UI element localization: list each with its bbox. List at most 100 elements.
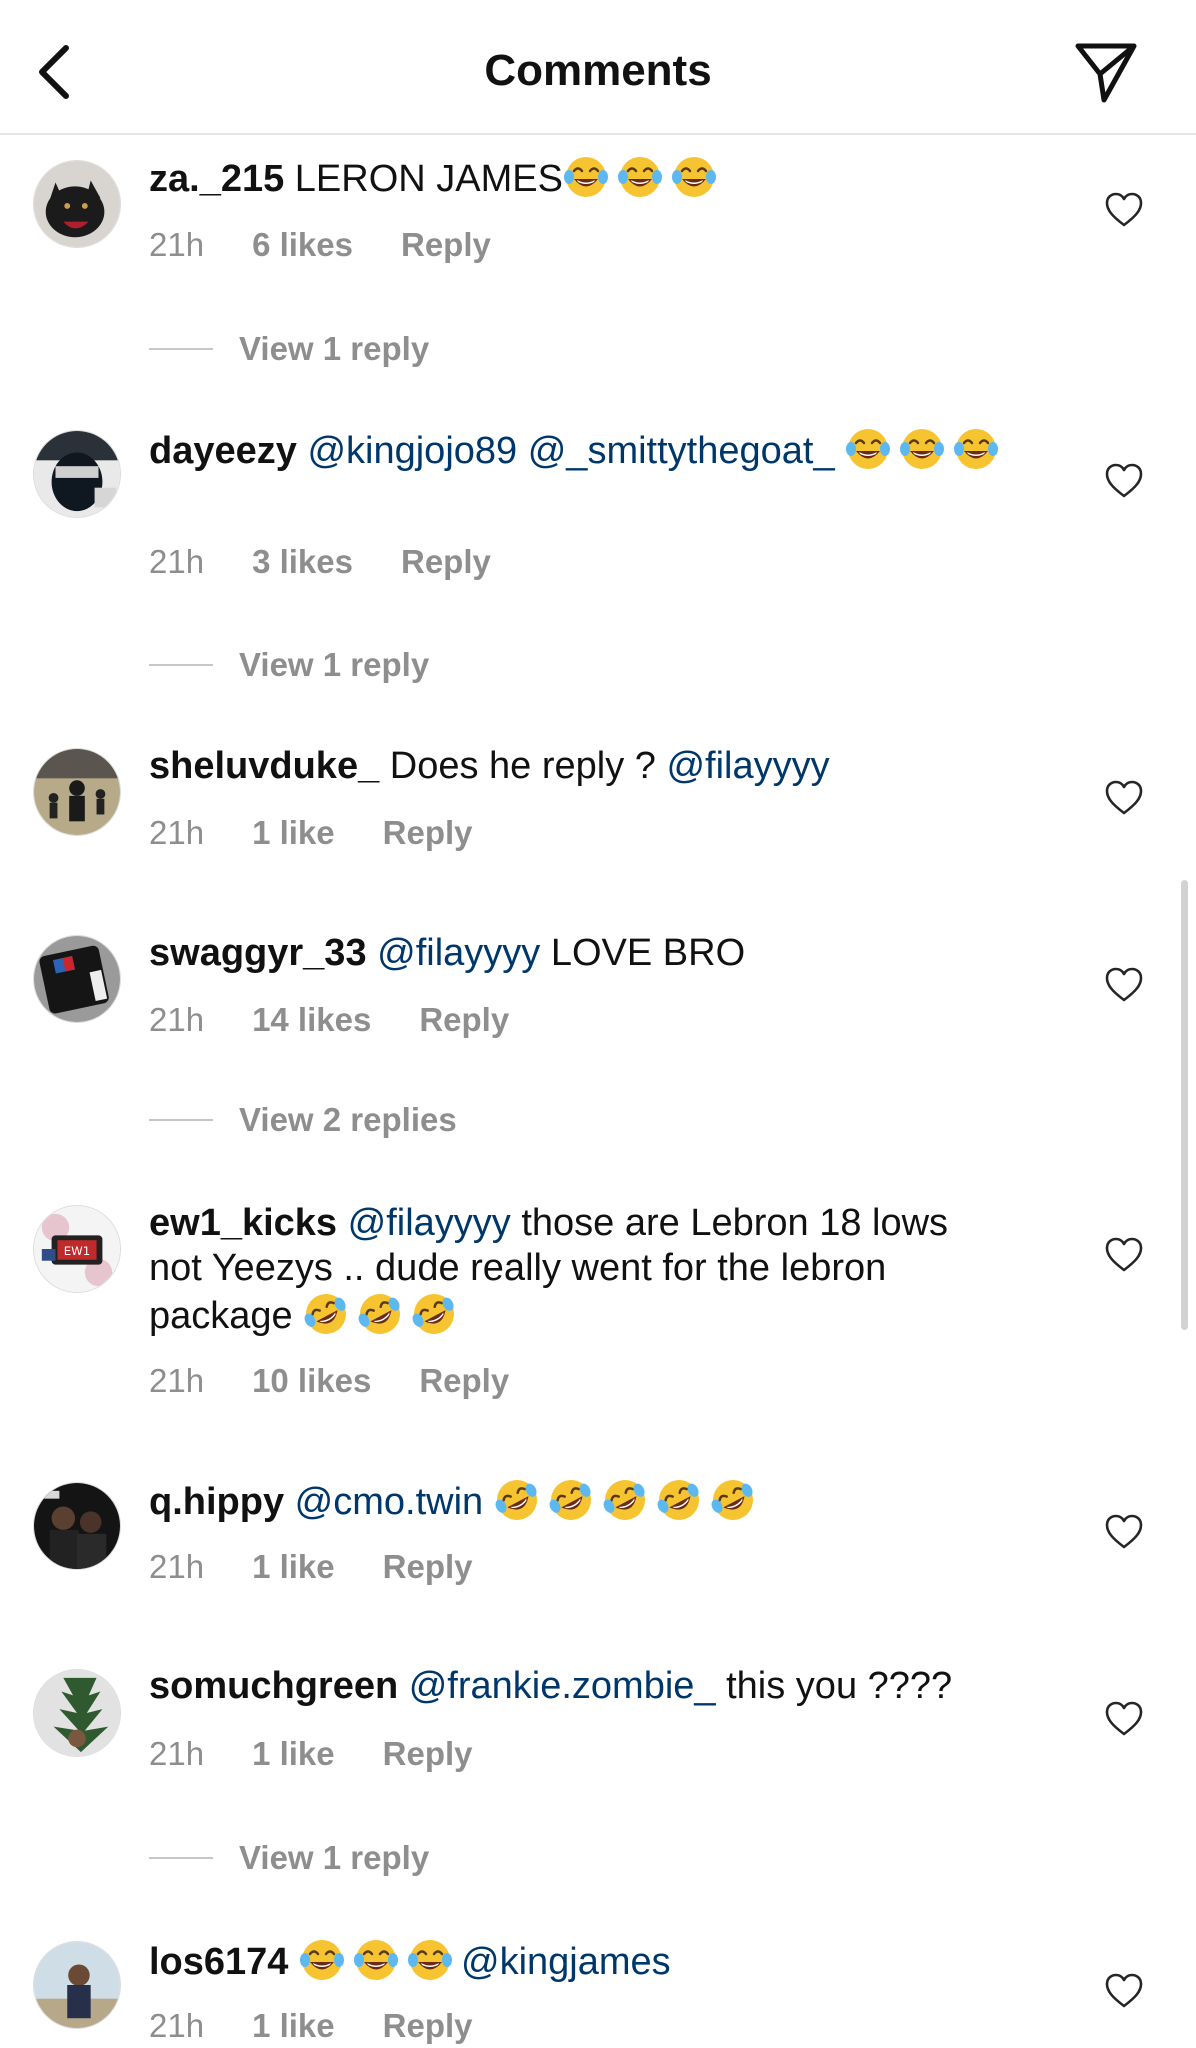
reply-button[interactable]: Reply [383,1548,473,1586]
tears-of-joy-emoji-icon [353,1937,399,1983]
comment-meta: 21h 14 likes Reply [149,1001,509,1039]
likes-count[interactable]: 1 like [252,814,335,852]
username-link[interactable]: sheluvduke_ [149,745,379,787]
share-button[interactable] [1074,40,1138,104]
likes-count[interactable]: 6 likes [252,226,353,264]
heart-icon[interactable] [1104,1972,1144,2010]
reply-button[interactable]: Reply [383,814,473,852]
likes-count[interactable]: 3 likes [252,543,353,581]
timestamp: 21h [149,1001,205,1038]
comment-body: this you ???? [715,1665,953,1707]
comment-body [288,1941,299,1983]
mention-link[interactable]: @cmo.twin [295,1481,484,1523]
heart-icon[interactable] [1104,462,1144,500]
timestamp: 21h [149,2007,205,2044]
comment-text: q.hippy @cmo.twin [149,1477,1009,1525]
mention-link[interactable]: @kingjojo89 [307,430,517,472]
mention-link[interactable]: @filayyyy [377,932,540,974]
comment-body [835,430,846,472]
heart-icon[interactable] [1104,1236,1144,1274]
reply-divider-line [149,1119,213,1121]
rolling-laughing-emoji-icon [602,1477,648,1523]
comment-meta: 21h 10 likes Reply [149,1362,509,1400]
likes-count[interactable]: 1 like [252,2007,335,2045]
username-link[interactable]: somuchgreen [149,1665,398,1707]
rolling-laughing-emoji-icon [656,1477,702,1523]
rolling-laughing-emoji-icon [548,1477,594,1523]
comment-body [297,430,308,472]
avatar[interactable] [33,1669,121,1757]
comment-body: LERON JAMES [284,158,563,200]
heart-icon[interactable] [1104,191,1144,229]
tears-of-joy-emoji-icon [845,426,891,472]
comment-text: ew1_kicks @filayyyy those are Lebron 18 … [149,1201,1009,1339]
likes-count[interactable]: 1 like [252,1548,335,1586]
tears-of-joy-emoji-icon [953,426,999,472]
view-replies-button[interactable]: View 2 replies [149,1101,457,1139]
timestamp: 21h [149,543,205,580]
avatar[interactable] [33,935,121,1023]
username-link[interactable]: za._215 [149,158,284,200]
username-link[interactable]: dayeezy [149,430,297,472]
avatar[interactable]: EW1 [33,1205,121,1293]
tears-of-joy-emoji-icon [299,1937,345,1983]
reply-button[interactable]: Reply [383,2007,473,2045]
reply-divider-line [149,664,213,666]
timestamp: 21h [149,1548,205,1585]
heart-icon[interactable] [1104,779,1144,817]
reply-button[interactable]: Reply [383,1735,473,1773]
rolling-laughing-emoji-icon [411,1291,457,1337]
username-link[interactable]: q.hippy [149,1481,284,1523]
comment-text: sheluvduke_ Does he reply ? @filayyyy [149,744,1009,789]
username-link[interactable]: los6174 [149,1941,288,1983]
avatar[interactable] [33,430,121,518]
timestamp: 21h [149,1735,205,1772]
view-replies-label: View 2 replies [239,1101,457,1138]
likes-count[interactable]: 10 likes [252,1362,371,1400]
heart-icon[interactable] [1104,1700,1144,1738]
avatar[interactable] [33,160,121,248]
mention-link[interactable]: @frankie.zombie_ [409,1665,716,1707]
rolling-laughing-emoji-icon [303,1291,349,1337]
view-replies-button[interactable]: View 1 reply [149,646,429,684]
reply-button[interactable]: Reply [419,1362,509,1400]
view-replies-button[interactable]: View 1 reply [149,1839,429,1877]
avatar[interactable] [33,748,121,836]
scrollbar[interactable] [1181,880,1188,1330]
reply-divider-line [149,348,213,350]
reply-button[interactable]: Reply [401,226,491,264]
comment-text: somuchgreen @frankie.zombie_ this you ??… [149,1664,1009,1709]
username-link[interactable]: ew1_kicks [149,1202,337,1244]
likes-count[interactable]: 14 likes [252,1001,371,1039]
mention-link[interactable]: @kingjames [461,1941,671,1983]
username-link[interactable]: swaggyr_33 [149,932,367,974]
tears-of-joy-emoji-icon [671,154,717,200]
tears-of-joy-emoji-icon [617,154,663,200]
comment-text: za._215 LERON JAMES [149,154,1009,202]
heart-icon[interactable] [1104,966,1144,1004]
rolling-laughing-emoji-icon [357,1291,403,1337]
comment-meta: 21h 1 like Reply [149,814,473,852]
view-replies-label: View 1 reply [239,646,430,683]
comment-meta: 21h 6 likes Reply [149,226,491,264]
tears-of-joy-emoji-icon [563,154,609,200]
view-replies-label: View 1 reply [239,1839,430,1876]
likes-count[interactable]: 1 like [252,1735,335,1773]
header-bar: Comments [0,0,1196,135]
comment-meta: 21h 1 like Reply [149,2007,473,2045]
reply-button[interactable]: Reply [419,1001,509,1039]
rolling-laughing-emoji-icon [710,1477,756,1523]
avatar[interactable] [33,1941,121,2029]
comment-meta: 21h 1 like Reply [149,1548,473,1586]
avatar[interactable] [33,1482,121,1570]
comment-text: swaggyr_33 @filayyyy LOVE BRO [149,931,1009,976]
page-title: Comments [484,46,712,95]
mention-link[interactable]: @_smittythegoat_ [528,430,835,472]
mention-link[interactable]: @filayyyy [348,1202,511,1244]
comment-body [398,1665,409,1707]
view-replies-button[interactable]: View 1 reply [149,330,429,368]
reply-button[interactable]: Reply [401,543,491,581]
mention-link[interactable]: @filayyyy [666,745,829,787]
heart-icon[interactable] [1104,1513,1144,1551]
svg-text:EW1: EW1 [64,1244,90,1258]
